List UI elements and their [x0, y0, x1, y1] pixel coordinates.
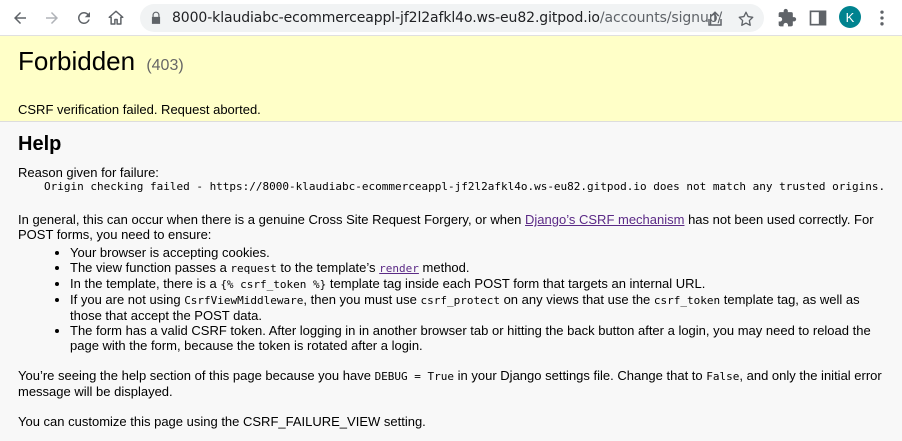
extensions-icon[interactable] [777, 8, 797, 28]
list-item: Your browser is accepting cookies. [70, 245, 884, 260]
reason-text: Origin checking failed - https://8000-kl… [44, 180, 886, 193]
reload-icon[interactable] [71, 5, 97, 31]
help-heading: Help [18, 133, 62, 155]
star-icon[interactable] [737, 10, 755, 28]
debug-text: in your Django settings file. Change tha… [454, 368, 707, 383]
code-middleware: CsrfViewMiddleware [184, 294, 304, 307]
list-item: The view function passes a request to th… [70, 260, 884, 276]
forward-icon[interactable] [39, 5, 65, 31]
list-item: The form has a valid CSRF token. After l… [70, 323, 884, 353]
customize-paragraph: You can customize this page using the CS… [18, 414, 426, 429]
avatar[interactable]: K [839, 6, 861, 28]
render-link[interactable]: render [379, 262, 419, 275]
url-host: 8000-klaudiabc-ecommerceappl-jf2l2afkl4o… [172, 10, 600, 26]
status-code: (403) [146, 57, 184, 74]
bullet-text: to the template’s [276, 260, 380, 275]
error-message: CSRF verification failed. Request aborte… [18, 102, 261, 117]
bullet-text: template tag inside each POST form that … [326, 276, 706, 291]
bullet-text: The view function passes a [70, 260, 231, 275]
bullet-text: The form has a valid CSRF token. After l… [70, 323, 871, 353]
page-title: Forbidden (403) [18, 46, 884, 81]
list-item: If you are not using CsrfViewMiddleware,… [70, 292, 884, 323]
list-item: In the template, there is a {% csrf_toke… [70, 276, 884, 292]
code-csrf-token-tag: {% csrf_token %} [220, 278, 327, 291]
help-section: Help Reason given for failure: Origin ch… [0, 122, 902, 441]
browser-toolbar: 8000-klaudiabc-ecommerceappl-jf2l2afkl4o… [0, 0, 902, 36]
bullet-text: method. [418, 260, 470, 275]
sidepanel-icon[interactable] [808, 8, 828, 28]
home-icon[interactable] [103, 5, 129, 31]
title-text: Forbidden [18, 46, 136, 76]
bullet-text: on any views that use the [499, 292, 654, 307]
bullet-text: , then you must use [303, 292, 421, 307]
code-csrf-token: csrf_token [653, 294, 721, 307]
back-icon[interactable] [7, 5, 33, 31]
url-path: /accounts/signup/ [599, 10, 723, 26]
bullet-text: Your browser is accepting cookies. [70, 245, 270, 260]
general-text: In general, this can occur when there is… [18, 212, 526, 227]
code-csrf-protect: csrf_protect [420, 294, 500, 307]
debug-paragraph: You’re seeing the help section of this p… [18, 368, 884, 399]
csrf-docs-link[interactable]: Django’s CSRF mechanism [525, 212, 684, 227]
share-icon[interactable] [706, 10, 724, 28]
menu-icon[interactable] [872, 8, 892, 28]
code-false: False [706, 370, 740, 383]
code-debug-true: DEBUG = True [374, 370, 455, 383]
url-text[interactable]: 8000-klaudiabc-ecommerceappl-jf2l2afkl4o… [172, 10, 722, 26]
requirements-list: Your browser is accepting cookies. The v… [70, 245, 884, 353]
general-paragraph: In general, this can occur when there is… [18, 212, 884, 242]
avatar-letter: K [845, 9, 855, 25]
lock-icon[interactable] [149, 11, 163, 25]
error-summary: Forbidden (403) CSRF verification failed… [0, 36, 902, 122]
debug-text: You’re seeing the help section of this p… [18, 368, 375, 383]
address-bar[interactable]: 8000-klaudiabc-ecommerceappl-jf2l2afkl4o… [140, 4, 764, 32]
bullet-text: If you are not using [70, 292, 185, 307]
bullet-text: In the template, there is a [70, 276, 221, 291]
reason-label: Reason given for failure: [18, 165, 159, 180]
code-request: request [230, 262, 277, 275]
